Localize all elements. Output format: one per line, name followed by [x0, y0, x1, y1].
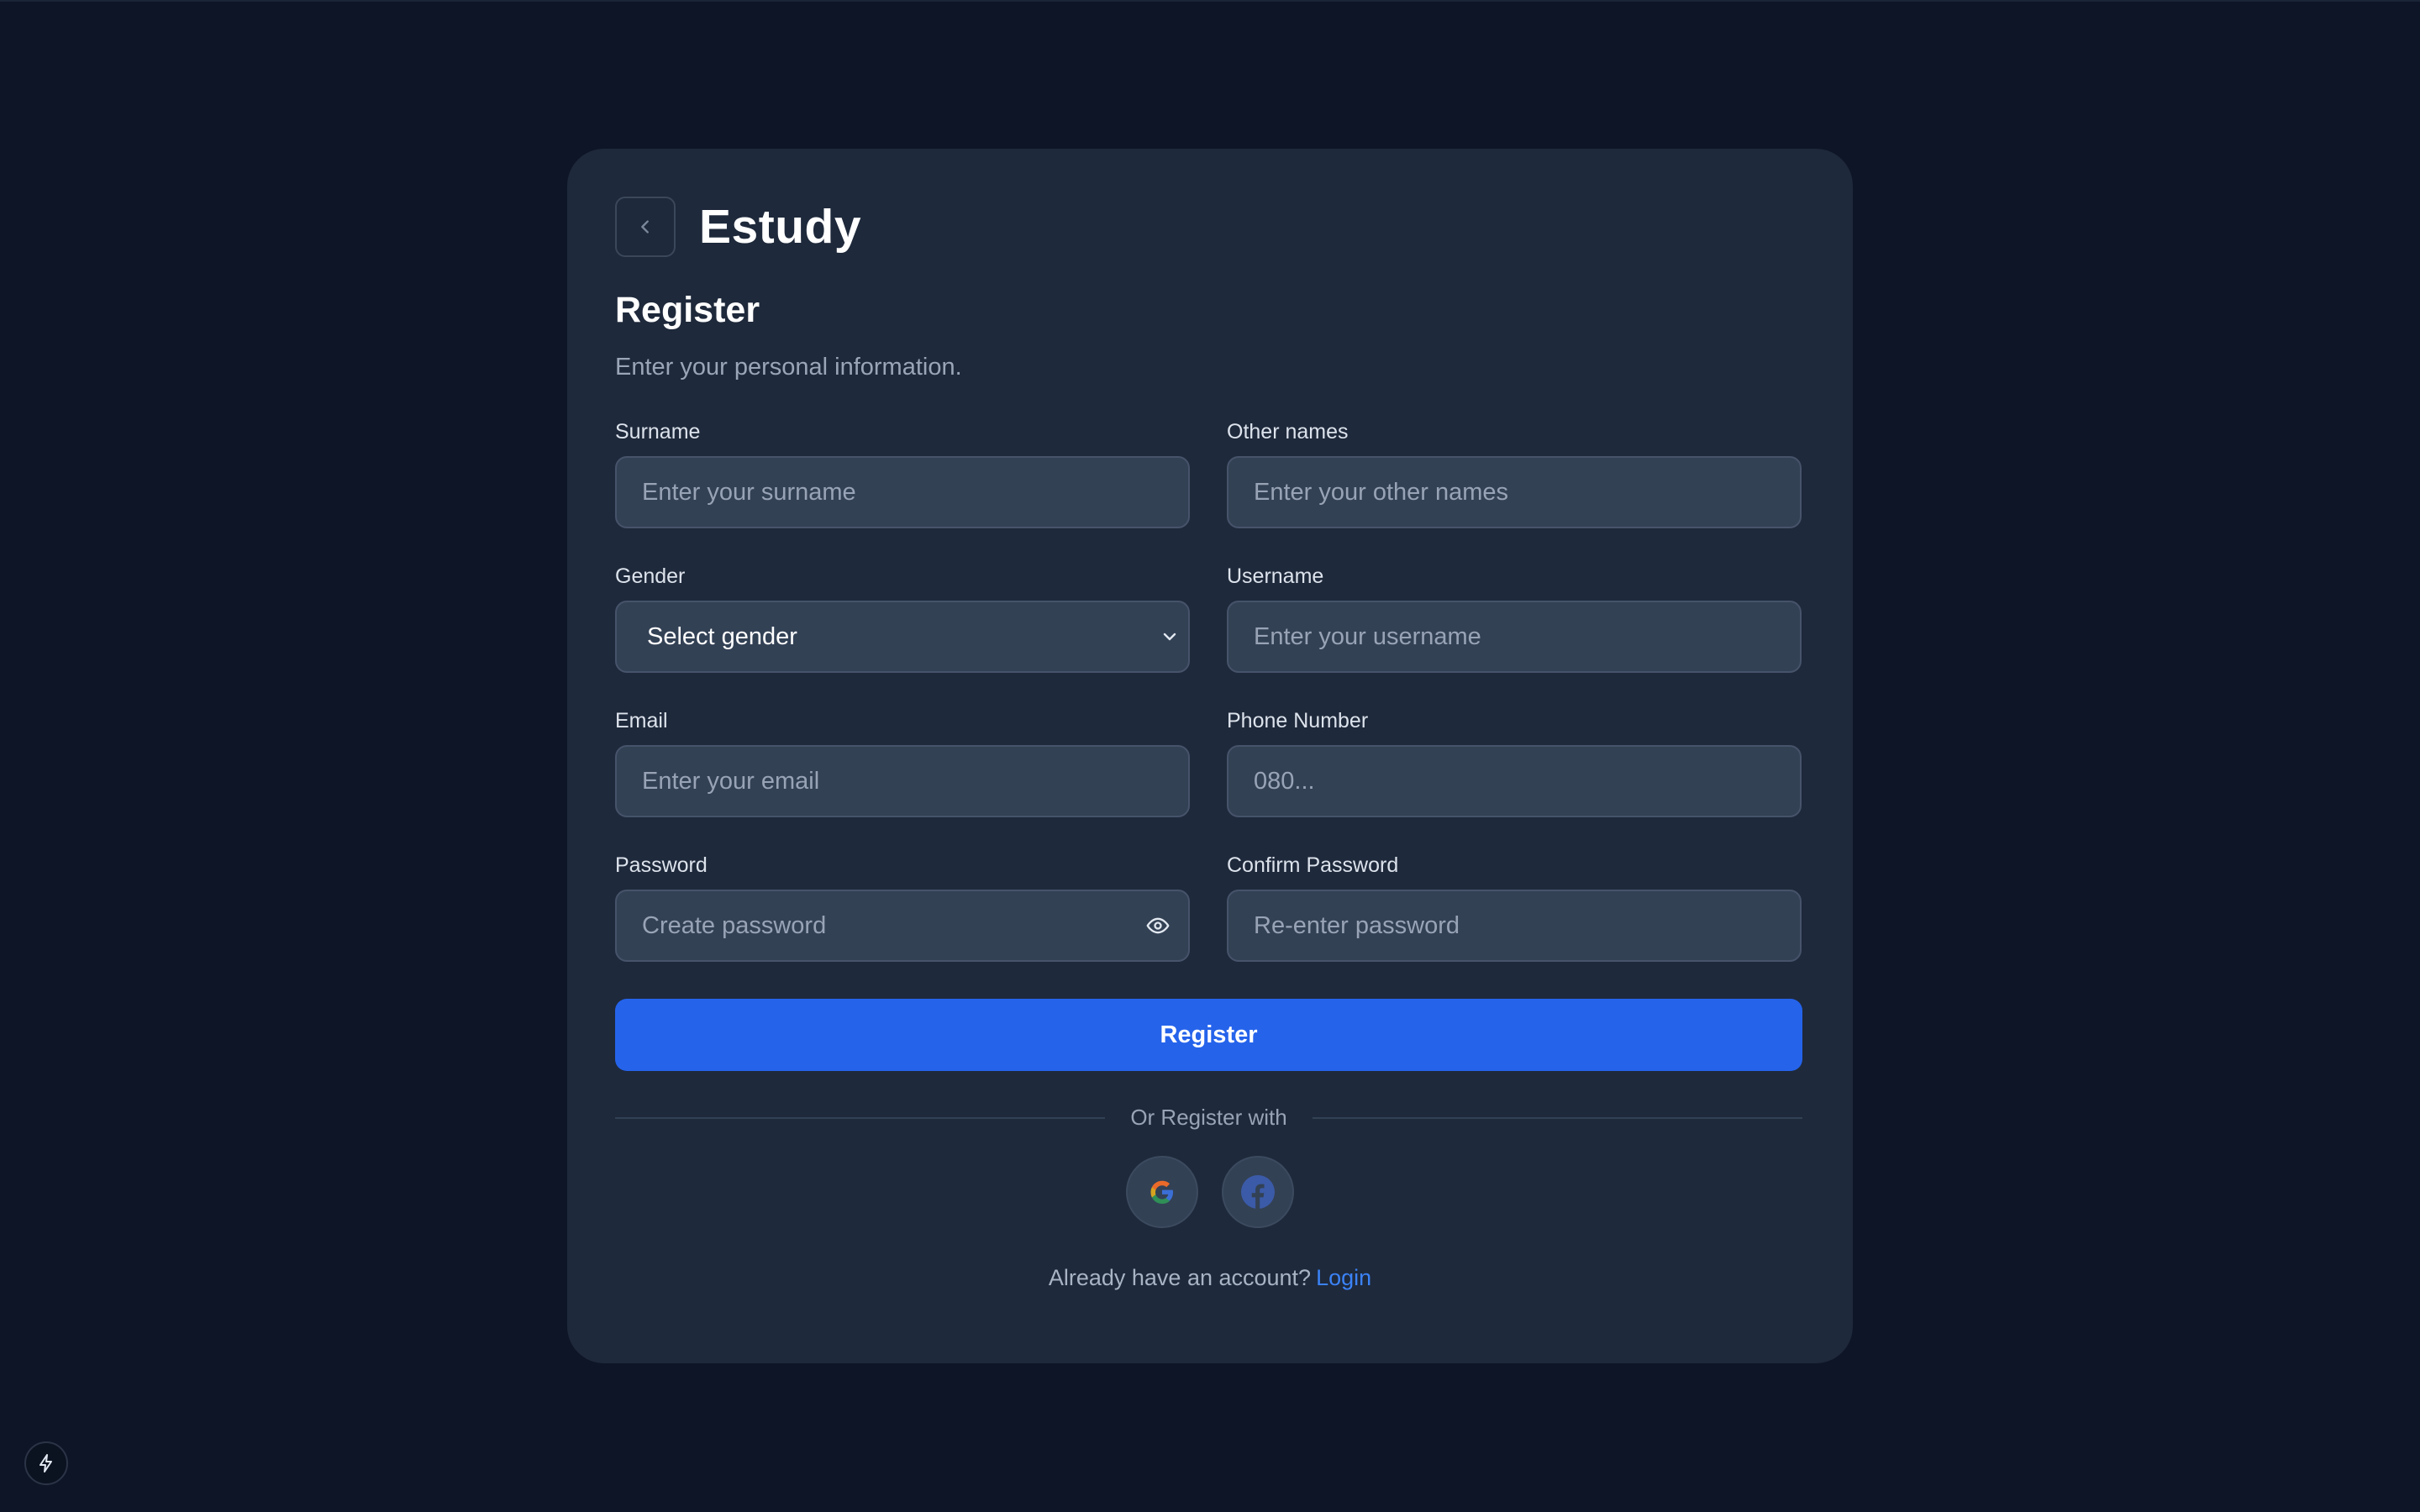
google-icon: [1150, 1180, 1173, 1204]
surname-input[interactable]: [615, 456, 1190, 528]
confirm-password-input[interactable]: [1227, 890, 1802, 962]
username-field-group: Username: [1227, 564, 1802, 673]
page-subtitle: Enter your personal information.: [615, 354, 962, 381]
gender-select[interactable]: Select gender: [615, 601, 1190, 673]
email-field-group: Email: [615, 708, 1190, 817]
other-names-label: Other names: [1227, 420, 1349, 444]
email-input[interactable]: [615, 745, 1190, 817]
brand-title: Estudy: [699, 200, 862, 254]
phone-field-group: Phone Number: [1227, 708, 1802, 817]
divider-line-right: [1312, 1116, 1803, 1119]
password-field-group: Password: [615, 853, 1190, 962]
username-input[interactable]: [1227, 601, 1802, 673]
registration-form: Surname Other names Gender Select gender…: [615, 419, 1805, 962]
chevron-left-icon: [641, 220, 649, 234]
top-border: [0, 0, 2420, 2]
page-title: Register: [615, 290, 760, 330]
surname-label: Surname: [615, 420, 701, 444]
register-button[interactable]: Register: [615, 999, 1802, 1071]
password-input[interactable]: [615, 890, 1190, 962]
dev-indicator-button[interactable]: [24, 1441, 68, 1485]
register-card: Estudy Register Enter your personal info…: [567, 149, 1853, 1363]
login-link[interactable]: Login: [1316, 1265, 1371, 1290]
confirm-password-label: Confirm Password: [1227, 853, 1399, 877]
social-divider: Or Register with: [615, 1105, 1803, 1131]
password-toggle-button[interactable]: [1144, 913, 1171, 938]
social-buttons: [615, 1156, 1805, 1228]
facebook-signup-button[interactable]: [1222, 1156, 1294, 1228]
phone-input[interactable]: [1227, 745, 1802, 817]
gender-field-group: Gender Select gender: [615, 564, 1190, 673]
login-prompt-row: Already have an account? Login: [615, 1265, 1805, 1291]
eye-icon: [1146, 917, 1170, 934]
lightning-bolt-icon: [39, 1454, 52, 1473]
gender-label: Gender: [615, 564, 686, 588]
password-label: Password: [615, 853, 708, 877]
back-button[interactable]: [615, 197, 676, 257]
divider-text: Or Register with: [1130, 1105, 1287, 1130]
other-names-field-group: Other names: [1227, 419, 1802, 528]
facebook-icon: [1241, 1175, 1275, 1209]
confirm-password-field-group: Confirm Password: [1227, 853, 1802, 962]
phone-label: Phone Number: [1227, 709, 1369, 732]
header: Estudy: [615, 196, 1805, 258]
other-names-input[interactable]: [1227, 456, 1802, 528]
surname-field-group: Surname: [615, 419, 1190, 528]
email-label: Email: [615, 709, 668, 732]
login-prompt-text: Already have an account?: [1048, 1265, 1312, 1290]
gender-selected-value: Select gender: [647, 622, 797, 650]
divider-line-left: [615, 1116, 1106, 1119]
google-signup-button[interactable]: [1126, 1156, 1198, 1228]
username-label: Username: [1227, 564, 1324, 588]
chevron-down-icon: [1163, 633, 1176, 641]
